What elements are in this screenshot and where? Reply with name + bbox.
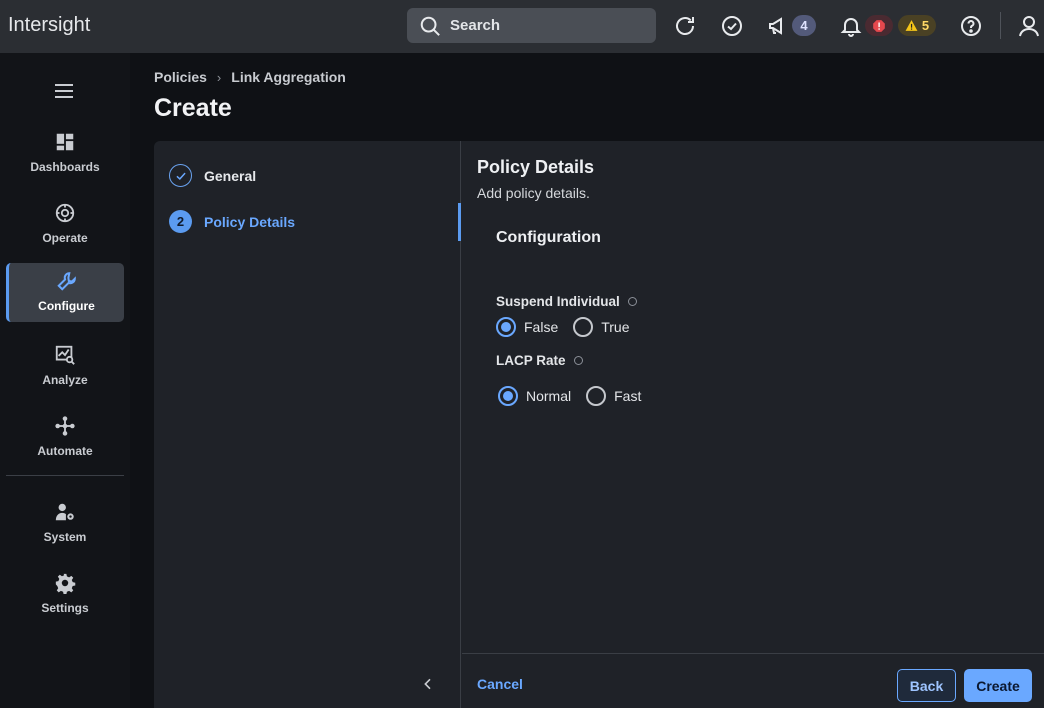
step-complete-icon bbox=[169, 164, 192, 187]
sidebar-item-label: Analyze bbox=[42, 373, 88, 387]
field-label-text: Suspend Individual bbox=[496, 294, 620, 309]
app-title: Intersight bbox=[8, 14, 91, 36]
wizard-panel: General 2 Policy Details Policy Details … bbox=[154, 141, 1044, 708]
analyze-icon bbox=[55, 345, 75, 365]
sidebar-item-configure[interactable]: Configure bbox=[6, 263, 124, 322]
sidebar-item-label: Operate bbox=[42, 231, 88, 245]
help-icon[interactable] bbox=[958, 13, 984, 39]
radio-label: True bbox=[601, 319, 630, 335]
section-title: Policy Details bbox=[477, 157, 595, 177]
hamburger-menu-icon[interactable] bbox=[52, 80, 76, 102]
announcements-badge[interactable]: 4 bbox=[792, 15, 816, 36]
radio-lacp-fast[interactable]: Fast bbox=[586, 386, 641, 406]
automate-icon bbox=[55, 416, 75, 436]
radio-unselected-icon bbox=[586, 386, 607, 406]
lacp-rate-label: LACP Rate bbox=[496, 353, 583, 368]
step-label: General bbox=[204, 167, 257, 184]
collapse-chevron-left-icon[interactable] bbox=[420, 676, 436, 692]
search-box[interactable] bbox=[407, 8, 656, 43]
radio-label: Normal bbox=[526, 388, 572, 404]
sidebar-item-label: Automate bbox=[37, 444, 93, 458]
breadcrumb-separator-icon: › bbox=[216, 69, 222, 85]
radio-label: False bbox=[524, 319, 559, 335]
radio-suspend-false[interactable]: False bbox=[496, 317, 558, 337]
wizard-footer: Cancel Back Create bbox=[462, 653, 1044, 708]
search-icon bbox=[420, 16, 440, 36]
back-button[interactable]: Back bbox=[897, 669, 956, 702]
lacp-rate-radio-group: Normal Fast bbox=[498, 386, 656, 406]
dashboards-icon bbox=[56, 133, 74, 151]
warning-icon bbox=[905, 20, 918, 31]
critical-alerts-badge[interactable] bbox=[865, 15, 893, 36]
sidebar-item-label: System bbox=[43, 530, 87, 544]
radio-unselected-icon bbox=[573, 317, 594, 337]
warnings-count: 5 bbox=[921, 18, 930, 33]
refresh-icon[interactable] bbox=[672, 13, 698, 39]
sidebar-item-label: Settings bbox=[41, 601, 89, 615]
topbar-divider bbox=[1000, 12, 1001, 39]
breadcrumb: Policies › Link Aggregation bbox=[154, 69, 346, 85]
page-title: Create bbox=[154, 94, 232, 122]
step-number: 2 bbox=[169, 210, 192, 233]
breadcrumb-link-aggregation[interactable]: Link Aggregation bbox=[231, 69, 346, 85]
radio-selected-icon bbox=[498, 386, 518, 406]
user-icon[interactable] bbox=[1016, 13, 1042, 39]
radio-suspend-true[interactable]: True bbox=[573, 317, 630, 337]
info-icon[interactable] bbox=[573, 356, 583, 365]
step-content: Policy Details Add policy details. Confi… bbox=[462, 141, 1044, 653]
field-label-text: LACP Rate bbox=[496, 353, 566, 368]
configuration-title: Configuration bbox=[496, 229, 601, 246]
sidebar-item-system[interactable]: System bbox=[6, 494, 124, 553]
megaphone-icon[interactable] bbox=[765, 13, 791, 39]
warnings-badge[interactable]: 5 bbox=[898, 15, 936, 36]
search-input[interactable] bbox=[450, 17, 640, 34]
sidebar-item-operate[interactable]: Operate bbox=[6, 195, 124, 254]
step-general[interactable]: General bbox=[169, 164, 256, 187]
sidebar-divider bbox=[6, 475, 124, 476]
section-subtitle: Add policy details. bbox=[477, 185, 590, 201]
sidebar-item-analyze[interactable]: Analyze bbox=[6, 337, 124, 396]
create-button[interactable]: Create bbox=[964, 669, 1032, 702]
cancel-button[interactable]: Cancel bbox=[477, 676, 523, 692]
active-step-indicator bbox=[458, 203, 461, 241]
radio-lacp-normal[interactable]: Normal bbox=[498, 386, 571, 406]
gear-icon bbox=[55, 573, 76, 594]
suspend-individual-radio-group: False True bbox=[496, 317, 645, 337]
wrench-icon bbox=[56, 272, 76, 291]
sidebar-item-label: Configure bbox=[38, 299, 95, 313]
sidebar-item-label: Dashboards bbox=[30, 160, 100, 174]
step-label: Policy Details bbox=[204, 213, 296, 230]
suspend-individual-label: Suspend Individual bbox=[496, 294, 637, 309]
system-icon bbox=[55, 503, 74, 521]
breadcrumb-policies[interactable]: Policies bbox=[154, 69, 207, 85]
info-icon[interactable] bbox=[627, 297, 637, 306]
check-circle-icon[interactable] bbox=[719, 13, 745, 39]
radio-label: Fast bbox=[614, 388, 642, 404]
sidebar-item-settings[interactable]: Settings bbox=[6, 565, 124, 624]
step-policy-details[interactable]: 2 Policy Details bbox=[169, 210, 295, 233]
bell-icon[interactable] bbox=[838, 13, 864, 39]
wizard-steps: General 2 Policy Details bbox=[154, 141, 461, 708]
critical-alert-icon bbox=[873, 19, 885, 32]
top-bar: Intersight 4 5 bbox=[0, 0, 1044, 53]
radio-selected-icon bbox=[496, 317, 516, 337]
operate-icon bbox=[55, 203, 75, 223]
sidebar-item-dashboards[interactable]: Dashboards bbox=[6, 124, 124, 183]
side-navigation: Dashboards Operate Configure Analyze Aut… bbox=[0, 53, 130, 708]
sidebar-item-automate[interactable]: Automate bbox=[6, 408, 124, 467]
